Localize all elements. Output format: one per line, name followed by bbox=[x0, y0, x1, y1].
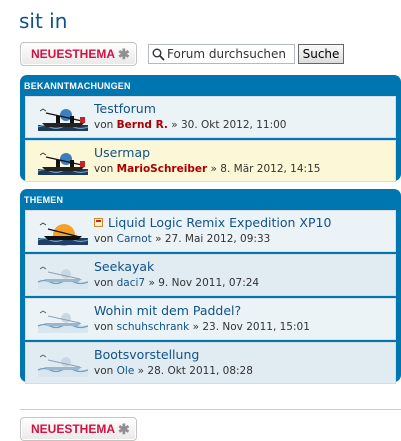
search-field[interactable] bbox=[148, 44, 295, 64]
by-label: von bbox=[94, 365, 114, 377]
search-input[interactable] bbox=[165, 47, 293, 61]
topic-row[interactable]: Seekayak von daci7 » 9. Nov 2011, 07:24 bbox=[25, 254, 396, 296]
announcement-row[interactable]: Usermap von MarioSchreiber » 8. Mär 2012… bbox=[25, 140, 396, 182]
faded-boat-icon bbox=[37, 354, 89, 377]
post-date: 8. Mär 2012, 14:15 bbox=[220, 163, 321, 175]
divider bbox=[20, 409, 401, 410]
topic-title-link[interactable]: Testforum bbox=[94, 100, 156, 117]
separator: » bbox=[210, 163, 217, 175]
topic-title-link[interactable]: Seekayak bbox=[94, 258, 154, 275]
author-link[interactable]: Carnot bbox=[117, 233, 152, 245]
by-label: von bbox=[94, 119, 114, 131]
author-link[interactable]: Ole bbox=[117, 365, 135, 377]
new-topic-button-bottom[interactable]: NEUES THEMA ✱ bbox=[20, 417, 137, 441]
post-date: 28. Okt 2011, 08:28 bbox=[147, 365, 253, 377]
boat-icon bbox=[37, 152, 89, 175]
topics-block: THEMEN Liquid Logic Remix Expedition XP1… bbox=[20, 189, 401, 384]
announcements-block: BEKANNTMACHUNGEN Testforum von Bernd R. … bbox=[20, 75, 401, 182]
page-title: sit in bbox=[19, 9, 68, 33]
sunset-boat-icon bbox=[37, 222, 89, 246]
search-icon bbox=[152, 48, 165, 61]
author-link[interactable]: daci7 bbox=[117, 277, 145, 289]
boat-icon bbox=[37, 108, 89, 131]
author-link[interactable]: schuhschrank bbox=[117, 321, 190, 333]
topic-row[interactable]: Liquid Logic Remix Expedition XP10 von C… bbox=[25, 210, 396, 252]
author-link[interactable]: Bernd R. bbox=[117, 119, 168, 131]
author-link[interactable]: MarioSchreiber bbox=[117, 163, 208, 175]
post-date: 23. Nov 2011, 15:01 bbox=[202, 321, 310, 333]
faded-boat-icon bbox=[37, 266, 89, 289]
topic-title-link[interactable]: Liquid Logic Remix Expedition XP10 bbox=[108, 214, 331, 231]
topic-title-link[interactable]: Bootsvorstellung bbox=[94, 346, 199, 363]
topic-title-link[interactable]: Usermap bbox=[94, 144, 150, 161]
topic-row[interactable]: Bootsvorstellung von Ole » 28. Okt 2011,… bbox=[25, 342, 396, 384]
post-date: 27. Mai 2012, 09:33 bbox=[164, 233, 271, 245]
post-date: 9. Nov 2011, 07:24 bbox=[158, 277, 260, 289]
sticky-icon bbox=[94, 218, 103, 227]
separator: » bbox=[155, 233, 162, 245]
by-label: von bbox=[94, 321, 114, 333]
new-topic-label-prefix: NEUES bbox=[31, 47, 73, 61]
announcements-header: BEKANNTMACHUNGEN bbox=[24, 81, 131, 91]
topic-title-link[interactable]: Wohin mit dem Paddel? bbox=[94, 302, 241, 319]
plus-icon: ✱ bbox=[118, 420, 130, 437]
by-label: von bbox=[94, 163, 114, 175]
plus-icon: ✱ bbox=[118, 45, 130, 62]
separator: » bbox=[171, 119, 178, 131]
topic-row[interactable]: Wohin mit dem Paddel? von schuhschrank »… bbox=[25, 298, 396, 340]
faded-boat-icon bbox=[37, 310, 89, 333]
separator: » bbox=[192, 321, 200, 333]
by-label: von bbox=[94, 277, 114, 289]
announcement-row[interactable]: Testforum von Bernd R. » 30. Okt 2012, 1… bbox=[25, 96, 396, 138]
new-topic-button[interactable]: NEUES THEMA ✱ bbox=[20, 42, 137, 66]
topics-header: THEMEN bbox=[24, 195, 64, 205]
separator: » bbox=[137, 365, 145, 377]
new-topic-label-suffix: THEMA bbox=[72, 47, 116, 61]
post-date: 30. Okt 2012, 11:00 bbox=[180, 119, 287, 131]
by-label: von bbox=[94, 233, 114, 245]
search-button[interactable]: Suche bbox=[298, 44, 344, 64]
separator: » bbox=[148, 277, 155, 289]
